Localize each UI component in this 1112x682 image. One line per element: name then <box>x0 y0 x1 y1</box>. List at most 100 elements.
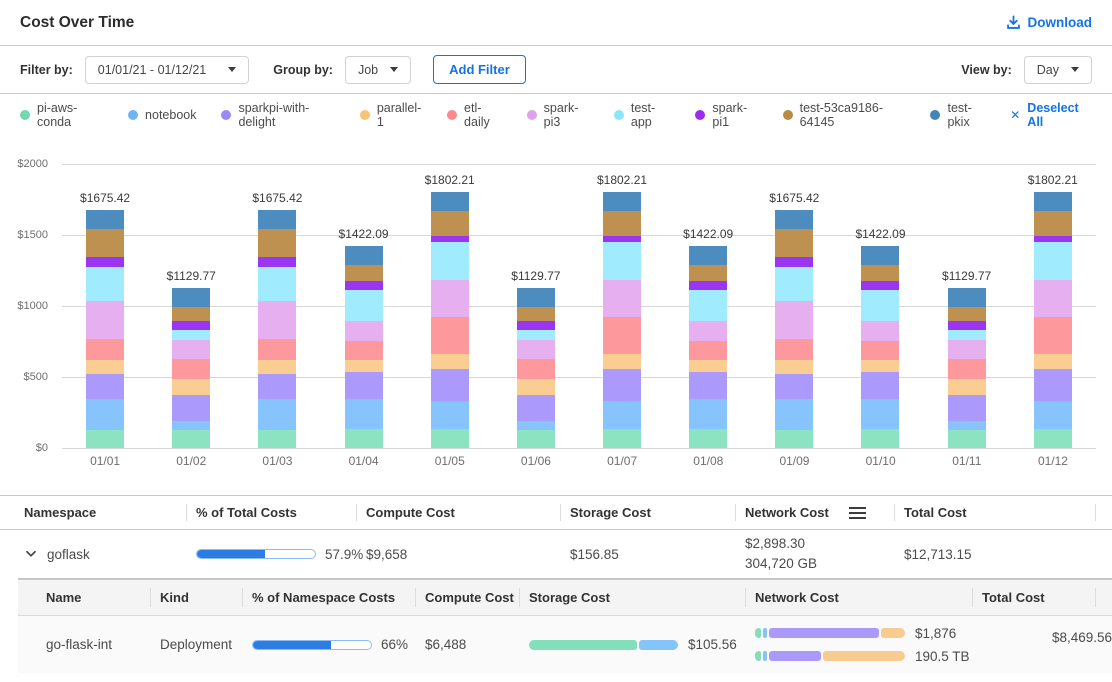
bar-segment-parallel-1[interactable] <box>603 354 641 369</box>
bar-column-01/04[interactable]: $1422.09 <box>345 164 383 448</box>
bar-segment-pi-aws-conda[interactable] <box>689 429 727 448</box>
bar-segment-etl-daily[interactable] <box>603 317 641 353</box>
bar-segment-spark-pi3[interactable] <box>948 340 986 360</box>
bar-segment-test-pkix[interactable] <box>948 288 986 307</box>
bar-segment-parallel-1[interactable] <box>345 360 383 372</box>
bar-segment-spark-pi1[interactable] <box>689 281 727 290</box>
bar-segment-spark-pi3[interactable] <box>258 301 296 339</box>
column-header-network-cost[interactable]: Network Cost <box>735 496 894 529</box>
bar-column-01/01[interactable]: $1675.42 <box>86 164 124 448</box>
bar-segment-notebook[interactable] <box>86 399 124 429</box>
bar-segment-spark-pi3[interactable] <box>603 280 641 317</box>
bar-segment-test-pkix[interactable] <box>172 288 210 307</box>
bar-segment-test-53ca9186-64145[interactable] <box>345 265 383 280</box>
bar-segment-parallel-1[interactable] <box>86 360 124 375</box>
bar-segment-sparkpi-with-delight[interactable] <box>861 372 899 400</box>
bar-segment-parallel-1[interactable] <box>689 360 727 372</box>
bar-segment-test-pkix[interactable] <box>517 288 555 307</box>
bar-segment-spark-pi1[interactable] <box>861 281 899 290</box>
bar-segment-spark-pi1[interactable] <box>948 321 986 330</box>
bar-segment-sparkpi-with-delight[interactable] <box>603 369 641 401</box>
bar-column-01/12[interactable]: $1802.21 <box>1034 164 1072 448</box>
column-header-compute-cost[interactable]: Compute Cost <box>356 496 560 529</box>
legend-item-sparkpi-with-delight[interactable]: sparkpi-with-delight <box>221 101 334 129</box>
bar-segment-test-53ca9186-64145[interactable] <box>1034 211 1072 236</box>
bar-segment-test-app[interactable] <box>775 267 813 301</box>
column-header-kind[interactable]: Kind <box>150 580 242 615</box>
bar-column-01/10[interactable]: $1422.09 <box>861 164 899 448</box>
bar-segment-test-app[interactable] <box>1034 242 1072 281</box>
legend-item-test-app[interactable]: test-app <box>614 101 671 129</box>
bar-segment-etl-daily[interactable] <box>689 341 727 360</box>
bar-column-01/08[interactable]: $1422.09 <box>689 164 727 448</box>
bar-segment-notebook[interactable] <box>948 421 986 429</box>
column-header-total-cost[interactable]: Total Cost <box>894 496 1112 529</box>
bar-segment-notebook[interactable] <box>689 399 727 429</box>
bar-segment-spark-pi3[interactable] <box>86 301 124 339</box>
legend-item-etl-daily[interactable]: etl-daily <box>447 101 502 129</box>
bar-segment-test-pkix[interactable] <box>1034 192 1072 211</box>
legend-item-parallel-1[interactable]: parallel-1 <box>360 101 422 129</box>
bar-column-01/02[interactable]: $1129.77 <box>172 164 210 448</box>
bar-segment-sparkpi-with-delight[interactable] <box>431 369 469 401</box>
bar-column-01/06[interactable]: $1129.77 <box>517 164 555 448</box>
view-by-select[interactable]: Day <box>1024 56 1092 84</box>
column-header-name[interactable]: Name <box>18 580 150 615</box>
bar-segment-pi-aws-conda[interactable] <box>86 430 124 448</box>
bar-segment-parallel-1[interactable] <box>517 379 555 394</box>
bar-segment-notebook[interactable] <box>861 399 899 429</box>
bar-segment-test-pkix[interactable] <box>258 210 296 229</box>
bar-column-01/07[interactable]: $1802.21 <box>603 164 641 448</box>
bar-segment-test-53ca9186-64145[interactable] <box>517 307 555 321</box>
bar-segment-spark-pi3[interactable] <box>689 321 727 341</box>
column-settings-menu-icon[interactable] <box>849 507 866 519</box>
legend-item-test-53ca9186-64145[interactable]: test-53ca9186-64145 <box>783 101 906 129</box>
bar-segment-test-53ca9186-64145[interactable] <box>775 229 813 257</box>
bar-segment-sparkpi-with-delight[interactable] <box>172 395 210 422</box>
bar-segment-parallel-1[interactable] <box>1034 354 1072 369</box>
bar-segment-test-53ca9186-64145[interactable] <box>86 229 124 257</box>
column-header-storage-cost[interactable]: Storage Cost <box>560 496 735 529</box>
bar-column-01/11[interactable]: $1129.77 <box>948 164 986 448</box>
bar-segment-test-53ca9186-64145[interactable] <box>689 265 727 280</box>
bar-segment-spark-pi1[interactable] <box>345 281 383 290</box>
bar-segment-parallel-1[interactable] <box>948 379 986 394</box>
bar-segment-test-app[interactable] <box>861 290 899 321</box>
bar-segment-test-app[interactable] <box>345 290 383 321</box>
bar-segment-spark-pi1[interactable] <box>172 321 210 330</box>
legend-item-pi-aws-conda[interactable]: pi-aws-conda <box>20 101 103 129</box>
bar-segment-test-53ca9186-64145[interactable] <box>172 307 210 321</box>
column-header-pct-total-costs[interactable]: % of Total Costs <box>186 496 356 529</box>
bar-segment-etl-daily[interactable] <box>775 339 813 360</box>
bar-segment-pi-aws-conda[interactable] <box>258 430 296 448</box>
bar-segment-test-53ca9186-64145[interactable] <box>948 307 986 321</box>
date-range-select[interactable]: 01/01/21 - 01/12/21 <box>85 56 249 84</box>
bar-segment-spark-pi3[interactable] <box>345 321 383 341</box>
bar-segment-test-53ca9186-64145[interactable] <box>861 265 899 280</box>
bar-column-01/05[interactable]: $1802.21 <box>431 164 469 448</box>
bar-segment-pi-aws-conda[interactable] <box>775 430 813 448</box>
bar-segment-spark-pi3[interactable] <box>172 340 210 360</box>
bar-segment-etl-daily[interactable] <box>431 317 469 353</box>
bar-segment-notebook[interactable] <box>1034 401 1072 429</box>
bar-segment-sparkpi-with-delight[interactable] <box>775 374 813 399</box>
column-header-total-cost[interactable]: Total Cost <box>972 580 1112 615</box>
bar-segment-spark-pi1[interactable] <box>86 257 124 267</box>
download-button[interactable]: Download <box>1006 15 1093 30</box>
bar-segment-pi-aws-conda[interactable] <box>861 429 899 448</box>
bar-segment-pi-aws-conda[interactable] <box>1034 429 1072 448</box>
bar-segment-spark-pi3[interactable] <box>517 340 555 360</box>
bar-segment-etl-daily[interactable] <box>172 359 210 379</box>
bar-segment-sparkpi-with-delight[interactable] <box>258 374 296 399</box>
deselect-all-button[interactable]: ✕ Deselect All <box>1010 101 1092 129</box>
bar-segment-notebook[interactable] <box>775 399 813 429</box>
bar-segment-etl-daily[interactable] <box>258 339 296 360</box>
bar-segment-parallel-1[interactable] <box>775 360 813 375</box>
bar-segment-pi-aws-conda[interactable] <box>948 430 986 448</box>
bar-segment-notebook[interactable] <box>603 401 641 429</box>
bar-segment-test-pkix[interactable] <box>689 246 727 265</box>
bar-segment-pi-aws-conda[interactable] <box>603 429 641 448</box>
bar-segment-sparkpi-with-delight[interactable] <box>1034 369 1072 401</box>
bar-segment-spark-pi3[interactable] <box>861 321 899 341</box>
bar-segment-notebook[interactable] <box>517 421 555 429</box>
